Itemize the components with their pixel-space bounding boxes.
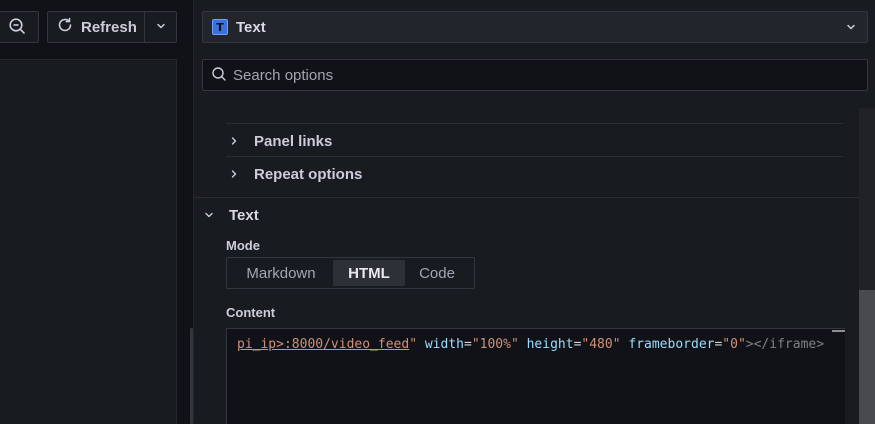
code-attr-height: height xyxy=(526,337,574,352)
refresh-icon xyxy=(56,16,74,38)
zoom-out-button[interactable] xyxy=(0,11,39,43)
chevron-down-icon xyxy=(155,19,167,35)
chevron-right-icon xyxy=(226,169,242,179)
mode-option-code[interactable]: Code xyxy=(405,260,469,286)
search-options-field[interactable] xyxy=(202,59,868,91)
section-title: Text xyxy=(229,206,259,224)
code-string: pi_ip>:8000/video_feed xyxy=(237,337,410,352)
search-icon xyxy=(211,66,227,85)
code-attr-width: width xyxy=(424,337,464,352)
code-closing-tag: ></iframe> xyxy=(745,337,825,352)
text-panel-icon: T xyxy=(212,19,228,35)
zoom-out-icon xyxy=(8,17,26,38)
code-equals: = xyxy=(463,337,472,352)
option-group-repeat-options[interactable]: Repeat options xyxy=(226,158,362,190)
code-value-height: "480" xyxy=(581,337,621,352)
divider xyxy=(194,197,859,198)
code-value-frameborder: "0" xyxy=(722,337,746,352)
divider xyxy=(226,123,843,124)
option-group-label: Panel links xyxy=(254,132,333,150)
refresh-label: Refresh xyxy=(81,18,137,36)
chevron-down-icon xyxy=(201,210,217,220)
chevron-right-icon xyxy=(226,136,242,146)
text-section-header[interactable]: Text xyxy=(201,200,259,230)
visualization-name: Text xyxy=(236,18,266,36)
search-input[interactable] xyxy=(233,66,833,84)
editor-scroll-marker xyxy=(832,330,845,332)
mode-label: Mode xyxy=(226,238,260,253)
mode-option-markdown[interactable]: Markdown xyxy=(229,260,333,286)
code-quote: " xyxy=(409,337,418,352)
visualization-picker[interactable]: T Text xyxy=(202,11,868,43)
option-group-label: Repeat options xyxy=(254,165,363,183)
code-line: pi_ip>:8000/video_feed" width="100%" hei… xyxy=(237,337,824,352)
content-code-editor[interactable]: pi_ip>:8000/video_feed" width="100%" hei… xyxy=(226,328,845,424)
content-label: Content xyxy=(226,305,276,320)
chevron-down-icon xyxy=(845,21,857,33)
divider xyxy=(226,156,843,157)
scrollbar-thumb[interactable] xyxy=(859,290,875,424)
mode-option-html[interactable]: HTML xyxy=(333,260,405,286)
refresh-button[interactable]: Refresh xyxy=(47,11,145,43)
option-group-panel-links[interactable]: Panel links xyxy=(226,125,332,157)
dashboard-panel-area xyxy=(0,59,177,424)
code-attr-frameborder: frameborder xyxy=(628,337,715,352)
refresh-interval-dropdown[interactable] xyxy=(144,11,177,43)
code-value-width: "100%" xyxy=(471,337,519,352)
mode-radio-group: Markdown HTML Code xyxy=(226,257,475,289)
